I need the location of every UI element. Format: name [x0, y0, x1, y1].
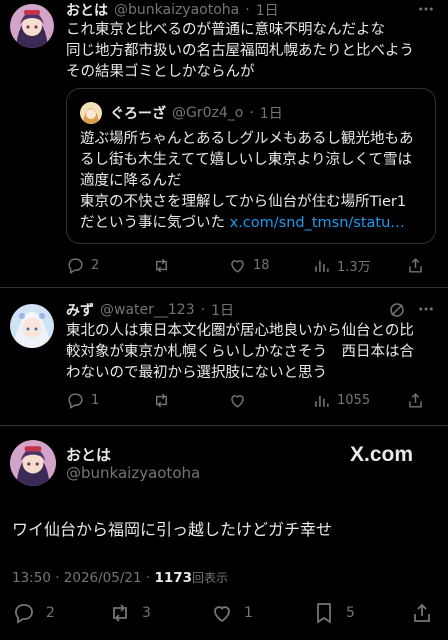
divider	[0, 287, 448, 288]
text-line: 東北の人は東日本文化圏が居心地良いから仙台との比	[66, 323, 414, 339]
views-count: 1.3万	[337, 259, 371, 275]
avatar[interactable]	[10, 440, 56, 486]
like-button[interactable]: 1	[210, 601, 253, 625]
quote-link[interactable]: x.com/snd_tmsn/statu…	[230, 215, 405, 231]
like-button[interactable]: 18	[228, 256, 312, 275]
separator-dot: ·	[200, 302, 206, 318]
share-button[interactable]	[406, 391, 425, 410]
text-line: 東京の不快さを理解してから仙台が住む場所Tier1	[80, 194, 407, 210]
share-button[interactable]	[410, 601, 434, 625]
views-icon	[315, 260, 329, 272]
quote-author-name[interactable]: ぐろーざ	[110, 103, 166, 123]
views-button[interactable]: 1.3万	[312, 256, 406, 275]
text-line: 較対象が東京か札幌くらいしかなさそう 西日本は合	[66, 344, 414, 360]
post-meta: 13:50 · 2026/05/21 · 1173回表示	[12, 569, 228, 586]
text-line: だという事に気づいた	[80, 215, 230, 231]
avatar[interactable]	[10, 4, 54, 48]
retweet-button[interactable]	[152, 256, 228, 275]
heart-icon	[231, 259, 244, 273]
text-line: その結果ゴミとしかならんが	[66, 64, 255, 80]
views-count: 1055	[337, 392, 371, 408]
view-label: 回表示	[192, 571, 229, 585]
views-icon	[315, 395, 329, 407]
author-name[interactable]: おとは	[66, 0, 108, 20]
like-count: 1	[244, 605, 253, 621]
post-time[interactable]: 1日	[256, 0, 279, 20]
quoted-tweet[interactable]: ぐろーざ @Gr0z4_o · 1日 遊ぶ場所ちゃんとあるしグルメもあるし観光地…	[66, 88, 436, 244]
tweet-text: これ東京と比べるのが普通に意味不明なんだよな 同じ地方都市扱いの名古屋福岡札幌あ…	[66, 20, 444, 83]
text-line: るし街も木生えてて嬉しいし東京より涼しくて雪は	[80, 152, 413, 168]
share-button[interactable]	[406, 256, 425, 275]
text-line: わないので最初から選択肢にないと思う	[66, 365, 327, 381]
author-handle[interactable]: @bunkaizyaotoha	[66, 464, 200, 482]
divider	[0, 425, 448, 426]
post-text: ワイ仙台から福岡に引っ越したけどガチ幸せ	[12, 520, 333, 539]
retweet-icon	[113, 604, 127, 622]
post-timestamp[interactable]: 13:50 · 2026/05/21 ·	[12, 570, 154, 586]
brand-logo: X.com	[350, 443, 414, 466]
more-icon	[419, 307, 433, 311]
heart-icon	[231, 394, 244, 408]
separator-dot: ·	[245, 2, 250, 18]
quote-avatar[interactable]	[80, 102, 102, 124]
share-icon	[414, 603, 430, 622]
more-icon	[419, 7, 433, 11]
reply-button[interactable]: 1	[66, 391, 152, 410]
reply-count: 2	[46, 605, 55, 621]
more-options-button[interactable]	[412, 300, 440, 320]
retweet-count: 3	[142, 605, 151, 621]
reply-icon	[68, 257, 83, 274]
quote-text: 遊ぶ場所ちゃんとあるしグルメもあるし観光地もあ るし街も木生えてて嬉しいし東京よ…	[80, 129, 430, 234]
grok-icon[interactable]	[388, 301, 406, 319]
text-line: これ東京と比べるのが普通に意味不明なんだよな	[66, 22, 385, 38]
retweet-button[interactable]: 3	[108, 601, 151, 625]
heart-icon	[214, 606, 230, 623]
views-button[interactable]: 1055	[312, 391, 406, 410]
author-name[interactable]: みず	[66, 300, 94, 320]
bookmark-button[interactable]: 5	[312, 601, 355, 625]
text-line: 遊ぶ場所ちゃんとあるしグルメもあるし観光地もあ	[80, 131, 414, 147]
retweet-icon	[156, 393, 167, 407]
like-count: 18	[253, 257, 270, 273]
more-options-button[interactable]	[412, 0, 440, 20]
bookmark-icon	[317, 603, 331, 624]
quote-time[interactable]: 1日	[260, 103, 283, 123]
share-icon	[409, 257, 422, 273]
reply-icon	[15, 604, 33, 624]
author-name[interactable]: おとは	[66, 444, 111, 465]
reply-button[interactable]: 2	[66, 256, 152, 275]
author-handle[interactable]: @water__123	[100, 302, 195, 318]
author-handle[interactable]: @bunkaizyaotoha	[114, 2, 239, 18]
retweet-button[interactable]	[152, 391, 228, 410]
share-icon	[409, 392, 422, 408]
view-count: 1173	[154, 570, 193, 586]
reply-count: 1	[91, 392, 100, 408]
reply-icon	[68, 392, 83, 409]
like-button[interactable]	[228, 391, 312, 410]
quote-author-handle[interactable]: @Gr0z4_o	[172, 105, 243, 121]
post-time[interactable]: 1日	[211, 300, 234, 320]
text-line: 同じ地方都市扱いの名古屋福岡札幌あたりと比べよう	[66, 43, 414, 59]
text-line: 適度に降るんだ	[80, 173, 182, 189]
avatar[interactable]	[10, 304, 54, 348]
reply-button[interactable]: 2	[12, 601, 55, 625]
bookmark-count: 5	[346, 605, 355, 621]
reply-count: 2	[91, 257, 100, 273]
retweet-icon	[156, 258, 167, 272]
separator-dot: ·	[249, 105, 254, 121]
tweet-text: 東北の人は東日本文化圏が居心地良いから仙台との比 較対象が東京か札幌くらいしかな…	[66, 321, 444, 384]
